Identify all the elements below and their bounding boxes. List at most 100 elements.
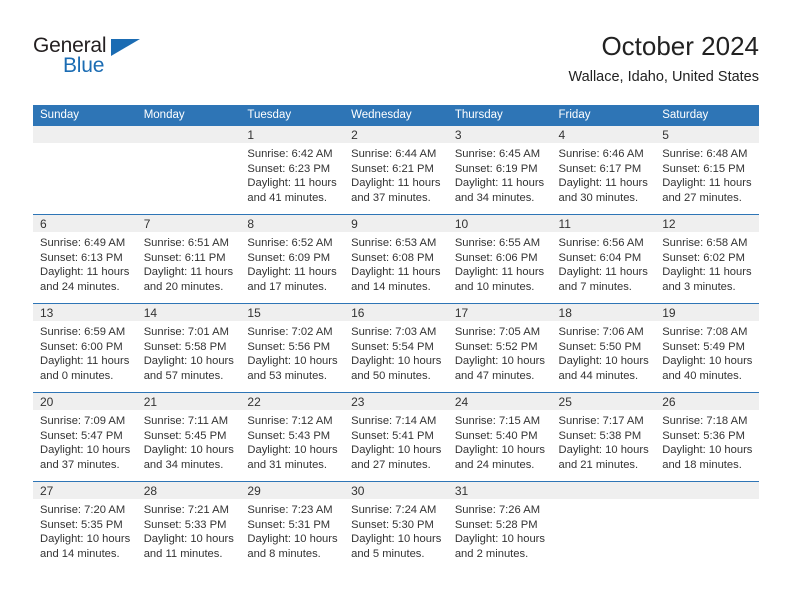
sunrise-text: Sunrise: 7:09 AM	[40, 415, 126, 427]
day-number: 15	[240, 304, 345, 321]
day-number: 3	[447, 126, 552, 143]
day-sun-info: Sunrise: 7:21 AM Sunset: 5:33 PM Daylight:…	[137, 499, 241, 561]
daylight-text-line2: and 40 minutes.	[662, 369, 742, 382]
daylight-text-line1: Daylight: 10 hours	[143, 444, 234, 457]
daylight-text-line2: and 20 minutes.	[143, 280, 224, 293]
calendar-day-cell[interactable]: 31 Sunrise: 7:26 AM Sunset: 5:28 PM Dayligh…	[447, 481, 552, 570]
day-number: 27	[33, 482, 137, 499]
daylight-text-line1: Daylight: 11 hours	[558, 266, 648, 279]
calendar-day-cell[interactable]: 26 Sunrise: 7:18 AM Sunset: 5:36 PM Dayligh…	[655, 392, 759, 482]
calendar-day-cell[interactable]: 20 Sunrise: 7:09 AM Sunset: 5:47 PM Dayligh…	[33, 392, 137, 482]
calendar-day-cell[interactable]: 21 Sunrise: 7:11 AM Sunset: 5:45 PM Dayligh…	[136, 392, 241, 482]
day-cell-content: 23 Sunrise: 7:14 AM Sunset: 5:41 PM Dayligh…	[344, 393, 448, 481]
day-sun-info: Sunrise: 7:02 AM Sunset: 5:56 PM Daylight:…	[240, 321, 344, 383]
calendar-day-cell[interactable]: 14 Sunrise: 7:01 AM Sunset: 5:58 PM Dayligh…	[136, 303, 241, 393]
daylight-text-line2: and 27 minutes.	[351, 458, 431, 471]
day-number: 25	[551, 393, 656, 410]
day-sun-info: Sunrise: 7:17 AM Sunset: 5:38 PM Daylight:…	[552, 410, 656, 472]
calendar-day-cell[interactable]: 15 Sunrise: 7:02 AM Sunset: 5:56 PM Dayligh…	[240, 303, 345, 393]
calendar-day-cell[interactable]: 5 Sunrise: 6:48 AM Sunset: 6:15 PM Daylight…	[655, 126, 759, 215]
sunrise-text: Sunrise: 7:02 AM	[247, 326, 333, 338]
day-number: 7	[136, 215, 241, 232]
calendar-day-cell[interactable]: 13 Sunrise: 6:59 AM Sunset: 6:00 PM Dayligh…	[33, 303, 137, 393]
day-cell-content: 1 Sunrise: 6:42 AM Sunset: 6:23 PM Daylight…	[240, 126, 345, 214]
day-sun-info	[552, 499, 656, 503]
calendar-day-cell[interactable]: 6 Sunrise: 6:49 AM Sunset: 6:13 PM Daylight…	[33, 214, 137, 304]
day-cell-content: 17 Sunrise: 7:05 AM Sunset: 5:52 PM Dayligh…	[447, 304, 552, 392]
day-number: 26	[655, 393, 759, 410]
calendar-day-cell[interactable]: 24 Sunrise: 7:15 AM Sunset: 5:40 PM Dayligh…	[447, 392, 552, 482]
sunset-text: Sunset: 5:52 PM	[454, 340, 538, 353]
calendar-day-cell[interactable]: 8 Sunrise: 6:52 AM Sunset: 6:09 PM Daylight…	[240, 214, 345, 304]
calendar-day-cell[interactable]: 30 Sunrise: 7:24 AM Sunset: 5:30 PM Dayligh…	[344, 481, 448, 570]
calendar-day-cell[interactable]: 27 Sunrise: 7:20 AM Sunset: 5:35 PM Dayligh…	[33, 481, 137, 570]
day-number	[655, 482, 759, 499]
daylight-text-line1: Daylight: 11 hours	[558, 177, 648, 190]
day-sun-info: Sunrise: 6:48 AM Sunset: 6:15 PM Daylight:…	[655, 143, 759, 205]
daylight-text-line2: and 47 minutes.	[454, 369, 535, 382]
calendar-day-cell	[655, 481, 759, 570]
daylight-text-line1: Daylight: 10 hours	[247, 444, 338, 457]
sunset-text: Sunset: 5:47 PM	[40, 429, 123, 442]
daylight-text-line1: Daylight: 10 hours	[351, 355, 442, 368]
daylight-text-line1: Daylight: 10 hours	[454, 355, 545, 368]
day-number: 16	[344, 304, 448, 321]
daylight-text-line1: Daylight: 10 hours	[351, 444, 442, 457]
day-number: 12	[655, 215, 759, 232]
calendar-day-cell[interactable]: 25 Sunrise: 7:17 AM Sunset: 5:38 PM Dayligh…	[551, 392, 656, 482]
calendar-day-cell[interactable]: 11 Sunrise: 6:56 AM Sunset: 6:04 PM Dayligh…	[551, 214, 656, 304]
daylight-text-line2: and 53 minutes.	[247, 369, 328, 382]
calendar-day-cell[interactable]: 7 Sunrise: 6:51 AM Sunset: 6:11 PM Daylight…	[136, 214, 241, 304]
day-sun-info: Sunrise: 6:52 AM Sunset: 6:09 PM Daylight:…	[240, 232, 344, 294]
daylight-text-line1: Daylight: 11 hours	[662, 266, 752, 279]
sunset-text: Sunset: 5:58 PM	[143, 340, 227, 353]
daylight-text-line2: and 7 minutes.	[558, 280, 632, 293]
calendar-day-cell[interactable]: 9 Sunrise: 6:53 AM Sunset: 6:08 PM Daylight…	[344, 214, 448, 304]
calendar-day-cell[interactable]: 23 Sunrise: 7:14 AM Sunset: 5:41 PM Dayligh…	[344, 392, 448, 482]
daylight-text-line2: and 44 minutes.	[558, 369, 639, 382]
day-sun-info: Sunrise: 6:45 AM Sunset: 6:19 PM Daylight:…	[448, 143, 552, 205]
sunset-text: Sunset: 5:28 PM	[454, 518, 538, 531]
calendar-day-cell[interactable]: 29 Sunrise: 7:23 AM Sunset: 5:31 PM Dayligh…	[240, 481, 345, 570]
calendar-day-cell[interactable]: 10 Sunrise: 6:55 AM Sunset: 6:06 PM Dayligh…	[447, 214, 552, 304]
calendar-day-cell	[551, 481, 656, 570]
day-cell-content: 27 Sunrise: 7:20 AM Sunset: 5:35 PM Dayligh…	[33, 482, 137, 570]
day-cell-content: 13 Sunrise: 6:59 AM Sunset: 6:00 PM Dayligh…	[33, 304, 137, 392]
day-sun-info: Sunrise: 6:42 AM Sunset: 6:23 PM Daylight:…	[240, 143, 344, 205]
calendar-day-cell[interactable]: 22 Sunrise: 7:12 AM Sunset: 5:43 PM Dayligh…	[240, 392, 345, 482]
calendar-day-cell[interactable]: 17 Sunrise: 7:05 AM Sunset: 5:52 PM Dayligh…	[447, 303, 552, 393]
sunset-text: Sunset: 6:02 PM	[662, 251, 745, 264]
calendar-day-cell[interactable]: 12 Sunrise: 6:58 AM Sunset: 6:02 PM Dayligh…	[655, 214, 759, 304]
general-blue-logo[interactable]: General Blue	[33, 34, 153, 84]
calendar-day-cell[interactable]: 1 Sunrise: 6:42 AM Sunset: 6:23 PM Daylight…	[240, 126, 345, 215]
daylight-text-line2: and 34 minutes.	[454, 191, 535, 204]
sunrise-text: Sunrise: 7:23 AM	[247, 504, 333, 516]
daylight-text-line1: Daylight: 10 hours	[558, 444, 649, 457]
sunrise-text: Sunrise: 7:20 AM	[40, 504, 126, 516]
daylight-text-line1: Daylight: 10 hours	[247, 533, 338, 546]
day-number: 18	[551, 304, 656, 321]
day-number: 28	[136, 482, 241, 499]
calendar-day-cell[interactable]: 16 Sunrise: 7:03 AM Sunset: 5:54 PM Dayligh…	[344, 303, 448, 393]
sunset-text: Sunset: 5:56 PM	[247, 340, 331, 353]
sunset-text: Sunset: 6:00 PM	[40, 340, 123, 353]
sunrise-text: Sunrise: 6:58 AM	[662, 237, 748, 249]
calendar-day-cell[interactable]: 18 Sunrise: 7:06 AM Sunset: 5:50 PM Dayligh…	[551, 303, 656, 393]
calendar-day-cell[interactable]: 2 Sunrise: 6:44 AM Sunset: 6:21 PM Daylight…	[344, 126, 448, 215]
daylight-text-line2: and 11 minutes.	[143, 547, 223, 560]
sunrise-text: Sunrise: 6:45 AM	[454, 148, 541, 160]
day-number: 13	[33, 304, 137, 321]
page-title: October 2024	[601, 31, 759, 61]
calendar-day-cell[interactable]: 3 Sunrise: 6:45 AM Sunset: 6:19 PM Daylight…	[447, 126, 552, 215]
day-number: 10	[447, 215, 552, 232]
weekday-header-sunday: Sunday	[33, 105, 137, 126]
day-number	[33, 126, 137, 143]
sunset-text: Sunset: 5:41 PM	[351, 429, 434, 442]
calendar-day-cell[interactable]: 28 Sunrise: 7:21 AM Sunset: 5:33 PM Dayligh…	[136, 481, 241, 570]
calendar-day-cell[interactable]: 4 Sunrise: 6:46 AM Sunset: 6:17 PM Daylight…	[551, 126, 656, 215]
calendar-day-cell[interactable]: 19 Sunrise: 7:08 AM Sunset: 5:49 PM Dayligh…	[655, 303, 759, 393]
sunset-text: Sunset: 5:49 PM	[662, 340, 745, 353]
day-sun-info: Sunrise: 6:46 AM Sunset: 6:17 PM Daylight:…	[552, 143, 656, 205]
daylight-text-line1: Daylight: 10 hours	[143, 533, 234, 546]
day-number: 11	[551, 215, 656, 232]
